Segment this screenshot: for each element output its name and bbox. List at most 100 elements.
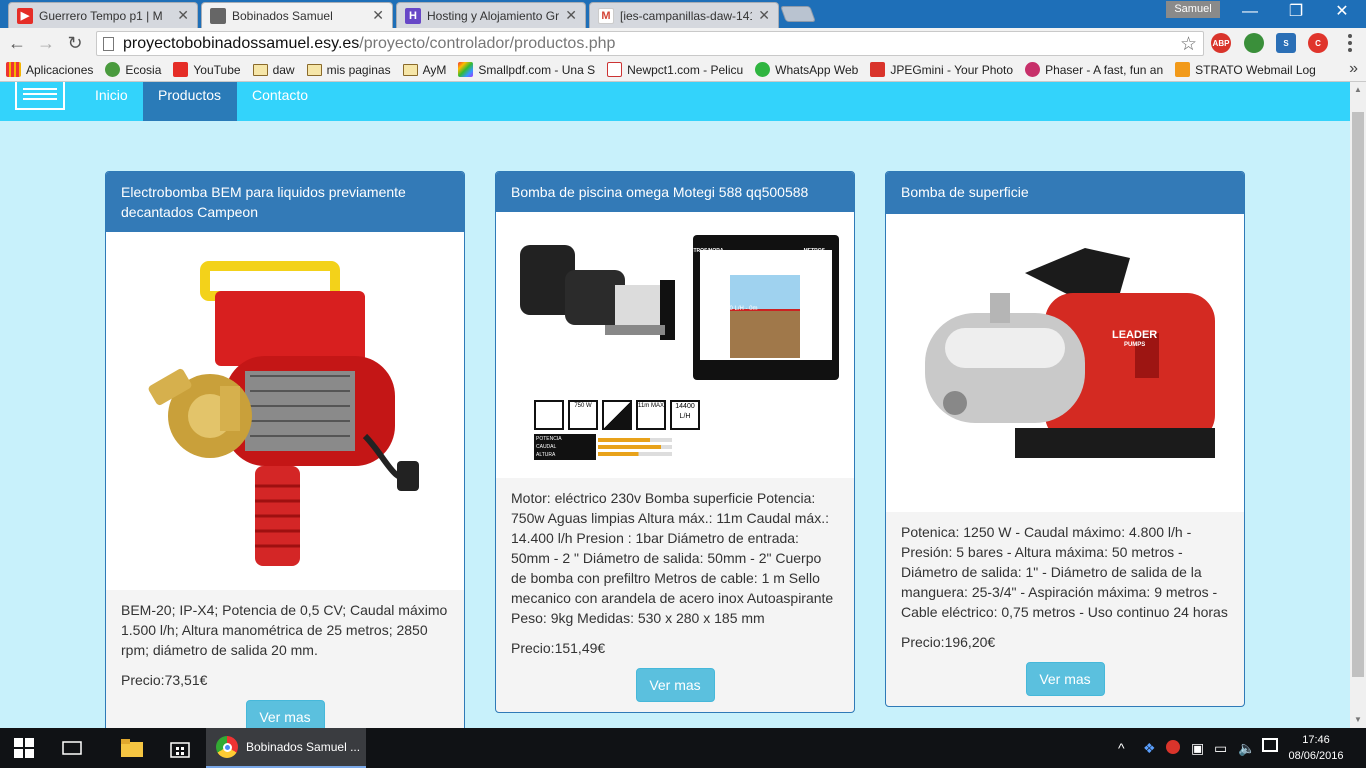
- globe-extension-icon[interactable]: [1244, 33, 1264, 53]
- back-icon[interactable]: ←: [6, 32, 28, 54]
- close-tab-icon[interactable]: ✕: [177, 7, 189, 24]
- url-host: proyectobobinadossamuel.esy.es: [123, 34, 360, 52]
- chrome-menu-icon[interactable]: [1340, 31, 1360, 55]
- surface-pump-illustration: [925, 248, 1215, 458]
- bookmark-smallpdf[interactable]: Smallpdf.com - Una S: [458, 62, 595, 77]
- tab-youtube[interactable]: ▶ Guerrero Tempo p1 | M ✕: [8, 2, 198, 28]
- legend-labels: POTENCIA CAUDAL ALTURA: [534, 434, 596, 460]
- performance-legend: POTENCIA CAUDAL ALTURA: [534, 434, 674, 460]
- taskbar-app-label: Bobinados Samuel ...: [246, 740, 361, 754]
- product-image: LITROS/HORA METROS 14.400 L/H - 0m 750 W…: [496, 212, 854, 478]
- url-path: /proyecto/controlador/productos.php: [359, 34, 616, 52]
- bookmark-aplicaciones[interactable]: Aplicaciones: [6, 62, 93, 77]
- reload-icon[interactable]: ↻: [64, 32, 86, 54]
- taskbar-chrome-app[interactable]: Bobinados Samuel ...: [206, 728, 366, 768]
- bookmark-label: AyM: [422, 62, 447, 77]
- depth-icon: 11m MAX: [636, 400, 666, 430]
- bookmarks-overflow-icon[interactable]: »: [1349, 60, 1358, 78]
- bookmark-label: Smallpdf.com - Una S: [478, 62, 596, 77]
- s-extension-icon[interactable]: S: [1276, 33, 1296, 53]
- tray-m-icon[interactable]: [1166, 740, 1180, 754]
- ecosia-icon: [105, 62, 121, 77]
- bookmark-phaser[interactable]: Phaser - A fast, fun an: [1025, 62, 1163, 77]
- action-center-icon[interactable]: [1262, 738, 1278, 752]
- windows-start-icon[interactable]: [0, 728, 48, 768]
- nav-inicio[interactable]: Inicio: [80, 82, 143, 121]
- apps-grid-icon: [6, 62, 21, 77]
- legend-altura: ALTURA: [536, 452, 556, 458]
- bookmark-ecosia[interactable]: Ecosia: [105, 62, 161, 77]
- bookmark-newpct[interactable]: Newpct1.com - Pelicu: [607, 62, 743, 77]
- bookmark-whatsapp[interactable]: WhatsApp Web: [755, 62, 858, 77]
- strato-icon: [1175, 62, 1191, 77]
- jpegmini-icon: [870, 62, 886, 77]
- minimize-icon[interactable]: —: [1227, 0, 1273, 26]
- tab-title: Bobinados Samuel: [232, 8, 333, 23]
- network-icon[interactable]: ▭: [1214, 740, 1227, 757]
- page-scrollbar[interactable]: ▲ ▼: [1350, 82, 1366, 728]
- tab-bobinados[interactable]: Bobinados Samuel ✕: [201, 2, 393, 28]
- bookmark-star-icon[interactable]: ☆: [1180, 33, 1197, 56]
- product-price: Precio:73,51€: [121, 672, 208, 688]
- page-info-icon[interactable]: [103, 37, 114, 51]
- c-extension-icon[interactable]: C: [1308, 33, 1328, 53]
- dropbox-icon[interactable]: ❖: [1143, 740, 1156, 757]
- clock-date: 08/06/2016: [1288, 750, 1344, 762]
- scroll-down-icon[interactable]: ▼: [1350, 712, 1366, 728]
- profile-button[interactable]: Samuel: [1166, 1, 1220, 18]
- altura-bar: [598, 452, 672, 457]
- bookmark-jpegmini[interactable]: JPEGmini - Your Photo: [870, 62, 1013, 77]
- task-view-icon[interactable]: [48, 728, 96, 768]
- bookmark-daw[interactable]: daw: [252, 62, 295, 77]
- spec-icons: 750 W 11m MAX 14400 L/H: [534, 400, 700, 430]
- nav-productos[interactable]: Productos: [143, 82, 237, 121]
- forward-icon[interactable]: →: [35, 32, 57, 54]
- legend-bars: [596, 434, 674, 460]
- volume-icon[interactable]: 🔈: [1238, 740, 1255, 757]
- tab-gmail[interactable]: M [ies-campanillas-daw-141( ✕: [589, 2, 779, 28]
- adblock-plus-icon[interactable]: ABP: [1211, 33, 1231, 53]
- product-description: Motor: eléctrico 230v Bomba superficie P…: [511, 490, 834, 626]
- tray-app-icon[interactable]: ▣: [1191, 740, 1204, 757]
- product-image: [106, 232, 464, 590]
- scrollbar-thumb[interactable]: [1352, 112, 1364, 677]
- tab-title: [ies-campanillas-daw-141(: [620, 8, 753, 23]
- ver-mas-button[interactable]: Ver mas: [245, 700, 325, 728]
- store-icon[interactable]: [156, 728, 204, 768]
- folder-icon: [306, 63, 322, 76]
- system-clock[interactable]: 17:46 08/06/2016: [1288, 732, 1344, 764]
- new-tab-button[interactable]: [780, 6, 816, 22]
- youtube-icon: ▶: [17, 7, 33, 24]
- close-tab-icon[interactable]: ✕: [758, 7, 770, 24]
- file-explorer-icon[interactable]: [108, 728, 156, 768]
- restore-icon[interactable]: ❐: [1273, 0, 1319, 26]
- page-viewport: Inicio Productos Contacto Electrobomba B…: [0, 82, 1350, 728]
- page-icon: [210, 7, 226, 24]
- ver-mas-button[interactable]: Ver mas: [635, 668, 715, 702]
- bookmark-label: daw: [272, 62, 295, 77]
- close-window-icon[interactable]: ✕: [1319, 0, 1365, 26]
- site-logo-icon[interactable]: [15, 82, 65, 110]
- youtube-icon: [173, 62, 189, 77]
- bookmark-label: WhatsApp Web: [775, 62, 859, 77]
- tab-hosting[interactable]: H Hosting y Alojamiento Gra ✕: [396, 2, 586, 28]
- bookmark-mis-paginas[interactable]: mis paginas: [306, 63, 391, 77]
- bookmark-strato[interactable]: STRATO Webmail Log: [1175, 62, 1316, 77]
- nav-contacto[interactable]: Contacto: [237, 82, 323, 121]
- leader-logo: LEADER PUMPS: [1112, 330, 1157, 350]
- adblock-label: ABP: [1212, 38, 1230, 48]
- gmail-icon: M: [598, 7, 614, 24]
- close-tab-icon[interactable]: ✕: [565, 7, 577, 24]
- product-price: Precio:151,49€: [511, 640, 606, 656]
- bookmark-youtube[interactable]: YouTube: [173, 62, 241, 77]
- tray-expand-icon[interactable]: ^: [1118, 740, 1125, 756]
- close-tab-icon[interactable]: ✕: [372, 7, 384, 24]
- product-title: Electrobomba BEM para liquidos previamen…: [106, 172, 464, 232]
- ver-mas-button[interactable]: Ver mas: [1025, 662, 1105, 696]
- scroll-up-icon[interactable]: ▲: [1350, 82, 1366, 98]
- product-title: Bomba de superficie: [886, 172, 1244, 214]
- bookmark-aym[interactable]: AyM: [402, 62, 447, 77]
- address-bar[interactable]: proyectobobinadossamuel.esy.es/proyecto/…: [96, 31, 1204, 56]
- water-icon: [602, 400, 632, 430]
- hostinger-icon: H: [405, 7, 421, 24]
